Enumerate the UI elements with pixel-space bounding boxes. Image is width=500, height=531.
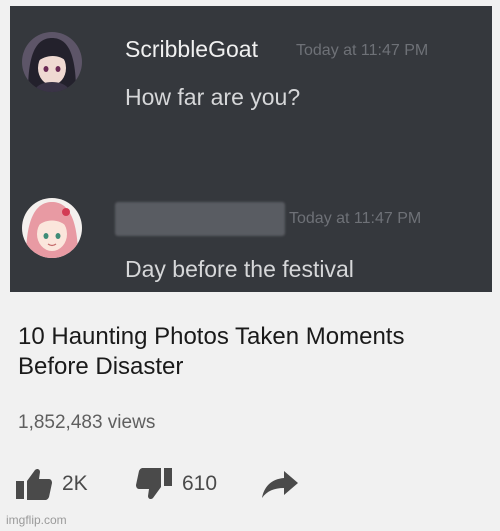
thumbs-down-icon bbox=[136, 468, 172, 500]
username[interactable]: ScribbleGoat bbox=[125, 36, 258, 63]
share-button[interactable] bbox=[260, 464, 300, 504]
video-info-panel: 10 Haunting Photos Taken Moments Before … bbox=[0, 292, 500, 531]
view-count: 1,852,483 views bbox=[18, 412, 156, 433]
thumbs-up-icon bbox=[16, 468, 52, 500]
like-button[interactable]: 2K bbox=[14, 464, 88, 504]
message-text: Day before the festival bbox=[125, 256, 354, 282]
timestamp: Today at 11:47 PM bbox=[296, 42, 429, 59]
timestamp: Today at 11:47 PM bbox=[289, 210, 422, 227]
anime-girl-pink-hair-avatar-icon bbox=[22, 198, 82, 258]
user-avatar[interactable] bbox=[22, 32, 82, 92]
user-avatar[interactable] bbox=[22, 198, 82, 258]
message-text: How far are you? bbox=[125, 84, 301, 110]
redacted-username bbox=[115, 202, 285, 236]
video-title[interactable]: 10 Haunting Photos Taken Moments Before … bbox=[18, 322, 478, 382]
anime-girl-dark-hair-avatar-icon bbox=[22, 32, 82, 92]
chat-panel: ScribbleGoat Today at 11:47 PM How far a… bbox=[10, 6, 492, 292]
share-arrow-icon bbox=[262, 471, 298, 498]
dislike-count: 610 bbox=[182, 472, 218, 495]
like-count: 2K bbox=[62, 472, 88, 495]
watermark: imgflip.com bbox=[6, 513, 67, 527]
video-actions: 2K 610 bbox=[14, 464, 494, 504]
dislike-button[interactable]: 610 bbox=[134, 464, 217, 504]
